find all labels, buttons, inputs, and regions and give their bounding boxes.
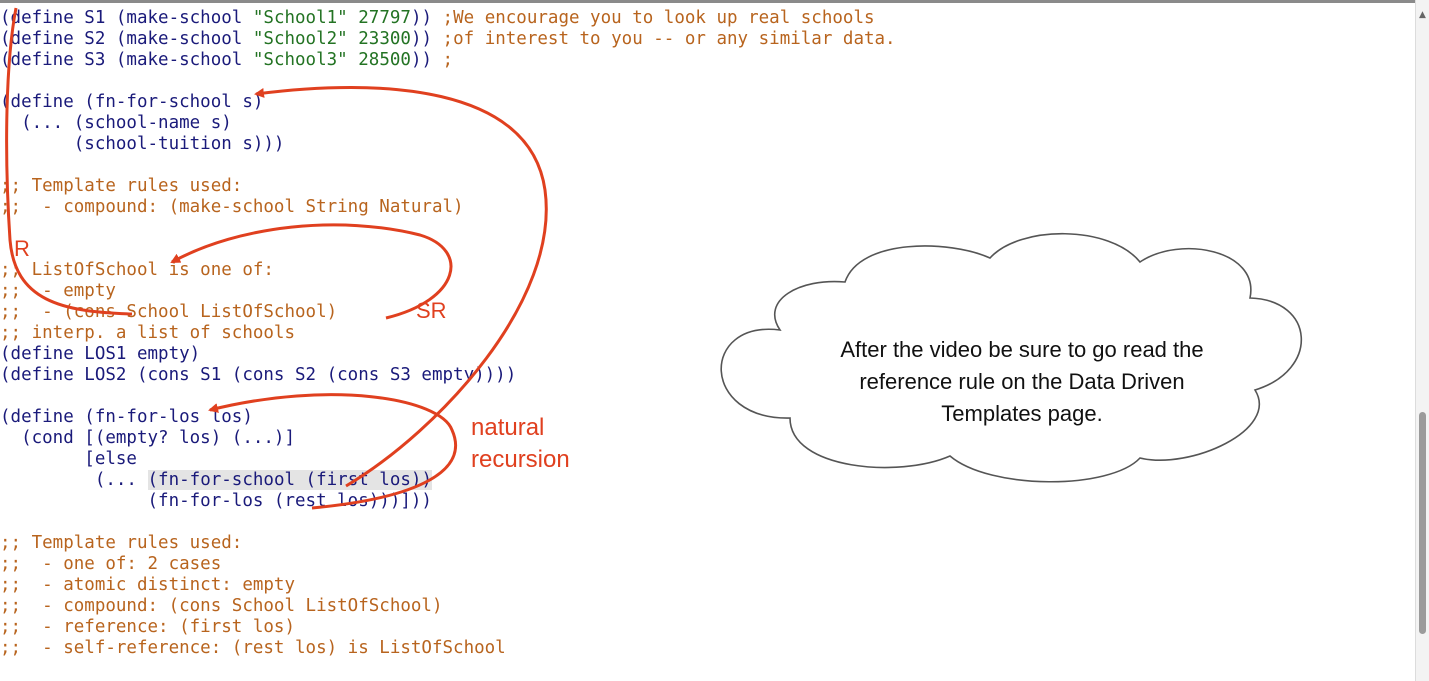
annotation-arrow-sr [170,223,453,320]
scrollbar-thumb[interactable] [1419,412,1426,634]
annotation-label-r: R [14,236,30,261]
annotation-label-natural-recursion: natural recursion [471,412,570,476]
annotation-arrow-r [5,7,133,316]
scroll-up-icon[interactable]: ▲ [1417,10,1428,21]
annotation-arrow-natural-recursion [208,393,458,510]
annotation-label-sr: SR [416,298,447,323]
annotation-natural-word: natural [471,414,545,441]
annotation-recursion-word: recursion [471,446,570,473]
code-editor[interactable]: (define S1 (make-school "School1" 27797)… [0,0,1415,681]
callout-text: After the video be sure to go read the r… [840,337,1204,426]
vertical-scrollbar[interactable]: ▲ [1415,0,1429,681]
